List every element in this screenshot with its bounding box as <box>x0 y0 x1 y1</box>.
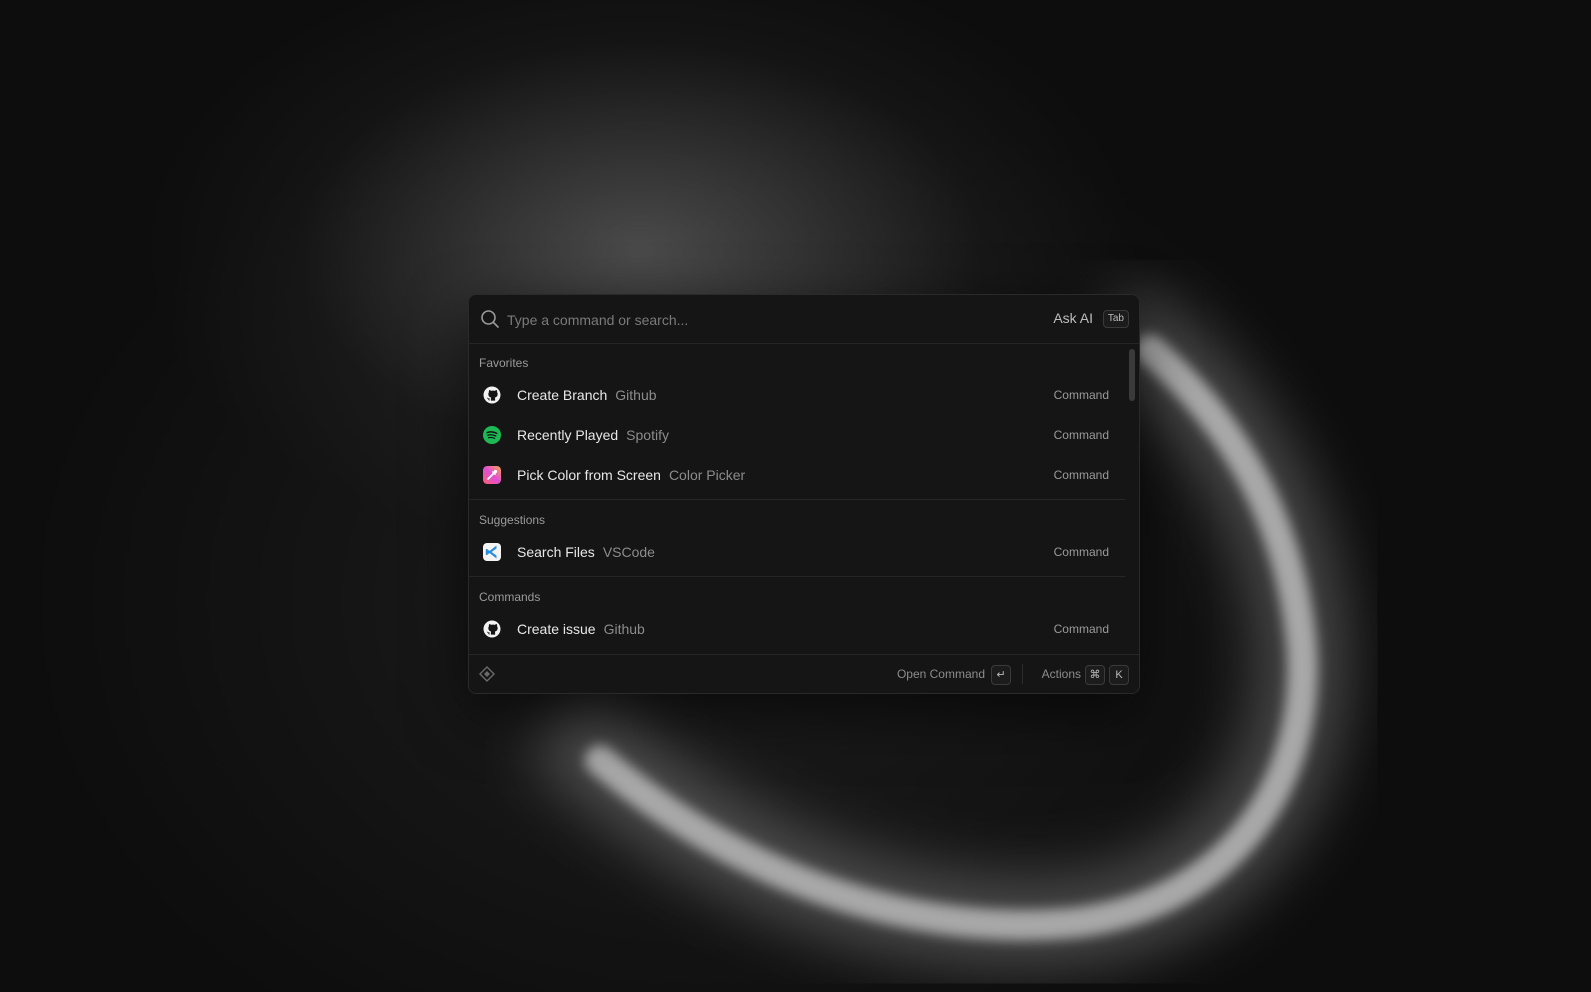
section-label-commands: Commands <box>479 590 541 604</box>
item-subtitle: Github <box>615 387 657 403</box>
tab-key-hint: Tab <box>1102 310 1129 328</box>
footer-divider <box>1022 664 1023 684</box>
item-type: Command <box>1053 428 1109 442</box>
section-label-suggestions: Suggestions <box>479 513 546 527</box>
item-title: Pick Color from Screen Color Picker <box>517 467 746 483</box>
cmd-key-hint: ⌘ <box>1085 665 1105 685</box>
vscode-icon <box>483 543 501 561</box>
item-title: Create issue Github <box>517 621 645 637</box>
item-type: Command <box>1053 468 1109 482</box>
item-title: Recently Played Spotify <box>517 427 669 443</box>
list-item[interactable]: Search Files VSCode Command <box>475 534 1117 570</box>
scrollbar-thumb[interactable] <box>1129 349 1135 401</box>
item-subtitle: VSCode <box>602 544 655 560</box>
section-divider <box>469 499 1125 500</box>
item-title: Create Branch Github <box>517 387 657 403</box>
footer-bar: Open Command ↵ Actions ⌘ K <box>469 654 1139 693</box>
section-divider <box>469 576 1125 577</box>
item-type: Command <box>1053 388 1109 402</box>
item-title: Search Files VSCode <box>517 544 655 560</box>
results-list: Favorites Create Branch Github Command Re… <box>469 344 1139 650</box>
search-icon <box>481 310 499 328</box>
list-item[interactable]: Recently Played Spotify Command <box>475 417 1117 453</box>
enter-key-hint: ↵ <box>991 665 1011 685</box>
list-item[interactable]: Create Branch Github Command <box>475 377 1117 413</box>
github-icon <box>483 386 501 404</box>
actions-button[interactable]: Actions <box>1042 667 1081 681</box>
item-type: Command <box>1053 622 1109 636</box>
section-label-favorites: Favorites <box>479 356 529 370</box>
item-subtitle: Github <box>603 621 645 637</box>
list-item[interactable]: Pick Color from Screen Color Picker Comma… <box>475 457 1117 493</box>
search-input[interactable] <box>505 307 989 333</box>
item-subtitle: Spotify <box>626 427 669 443</box>
command-palette: Ask AI Tab Favorites Create BranchGithub… <box>468 294 1140 694</box>
item-subtitle: Color Picker <box>668 467 746 483</box>
open-command-label[interactable]: Open Command <box>897 667 985 681</box>
k-key-hint: K <box>1109 665 1129 685</box>
spotify-icon <box>483 426 501 444</box>
search-bar: Ask AI Tab <box>469 295 1139 344</box>
item-type: Command <box>1053 545 1109 559</box>
github-icon <box>483 620 501 638</box>
color-picker-icon <box>483 466 501 484</box>
list-item[interactable]: Create issue Github Command <box>475 611 1117 647</box>
ask-ai-button[interactable]: Ask AI <box>1053 310 1093 326</box>
app-logo-icon <box>479 666 495 682</box>
